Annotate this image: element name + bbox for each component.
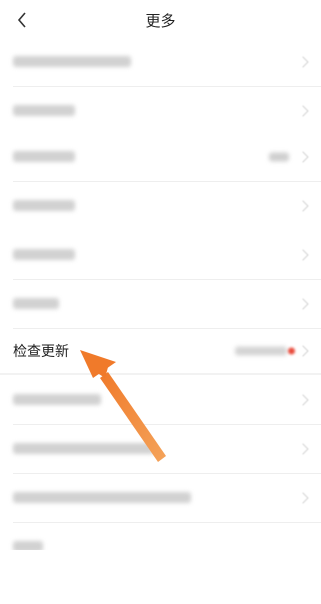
blurred-label (13, 105, 75, 116)
blurred-label (13, 56, 131, 67)
settings-row-blurred[interactable] (0, 132, 321, 181)
blurred-value (269, 152, 289, 161)
settings-group-1 (0, 37, 321, 135)
settings-row-blurred[interactable] (0, 181, 321, 230)
blurred-label (13, 249, 75, 260)
blurred-label (13, 492, 191, 503)
bottom-blank-area (0, 550, 321, 604)
top-bar: 更多 (0, 0, 321, 40)
chevron-right-icon (297, 199, 309, 212)
settings-row-blurred[interactable] (0, 37, 321, 86)
blurred-version-text (235, 346, 287, 355)
chevron-right-icon (297, 393, 309, 406)
chevron-right-icon (297, 55, 309, 68)
page-title: 更多 (145, 12, 176, 30)
settings-row-blurred[interactable] (0, 424, 321, 473)
settings-row-blurred[interactable] (0, 473, 321, 522)
chevron-right-icon (297, 297, 309, 310)
settings-group-3: 检查更新 (0, 230, 321, 373)
check-update-label: 检查更新 (13, 343, 69, 360)
settings-group-2 (0, 132, 321, 230)
settings-row-blurred[interactable] (0, 375, 321, 424)
update-dot-badge (288, 347, 295, 354)
chevron-right-icon (297, 442, 309, 455)
chevron-right-icon (297, 344, 309, 357)
blurred-label (13, 394, 101, 405)
blurred-label (13, 443, 155, 454)
chevron-right-icon (297, 491, 309, 504)
blurred-label (13, 151, 75, 162)
check-update-row[interactable]: 检查更新 (0, 328, 321, 373)
settings-row-blurred[interactable] (0, 230, 321, 279)
blurred-label (13, 200, 75, 211)
chevron-right-icon (297, 104, 309, 117)
settings-row-blurred[interactable] (0, 279, 321, 328)
settings-group-4 (0, 375, 321, 571)
chevron-right-icon (297, 150, 309, 163)
chevron-right-icon (297, 248, 309, 261)
blurred-label (13, 298, 59, 309)
settings-row-blurred[interactable] (0, 86, 321, 135)
